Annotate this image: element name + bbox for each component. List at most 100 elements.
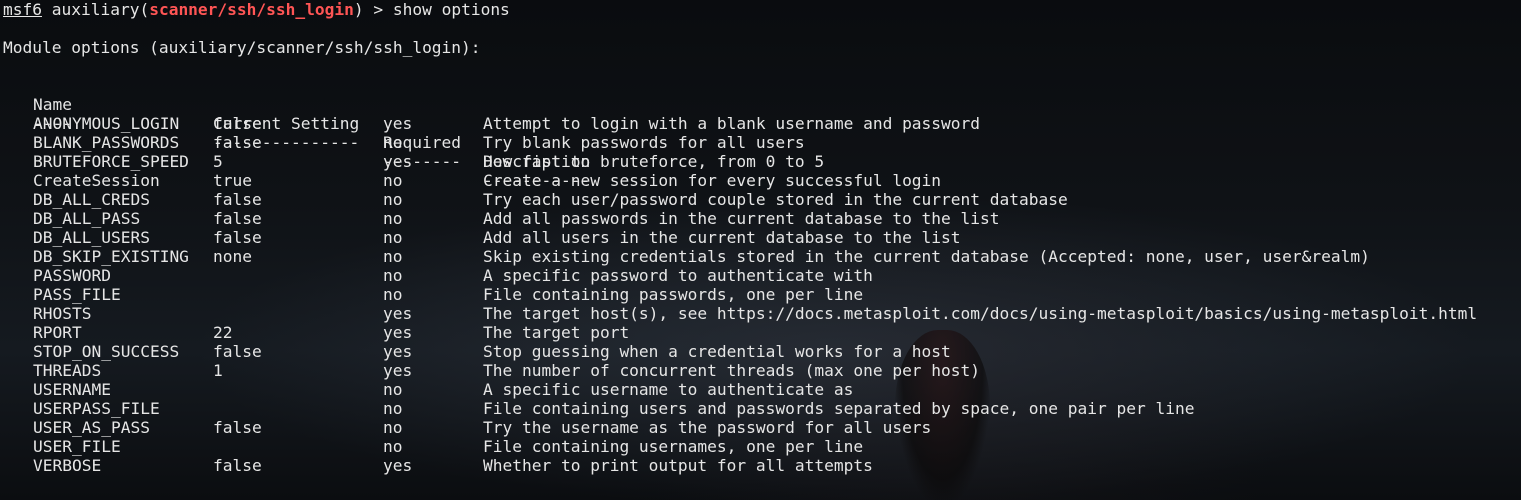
option-description: How fast to bruteforce, from 0 to 5 (483, 152, 825, 171)
option-name: USER_FILE (33, 437, 121, 456)
option-description: Whether to print output for all attempts (483, 456, 873, 475)
option-description: Stop guessing when a credential works fo… (483, 342, 951, 361)
command-prompt-line: msf6 auxiliary(scanner/ssh/ssh_login) > … (3, 0, 1521, 19)
option-name: STOP_ON_SUCCESS (33, 342, 180, 361)
table-row: BRUTEFORCE_SPEED 5 yes How fast to brutefor… (3, 152, 1521, 171)
option-description: Add all users in the current database to… (483, 228, 961, 247)
paren-open: ( (139, 0, 150, 19)
table-header-row: Name Current Setting Required Descriptio… (3, 76, 1521, 171)
console-name: msf6 (3, 0, 42, 19)
option-name: USERPASS_FILE (33, 399, 160, 418)
option-current-setting: false (213, 133, 262, 152)
option-name: USERNAME (33, 380, 111, 399)
option-name: DB_ALL_USERS (33, 228, 150, 247)
option-required: no (383, 285, 403, 304)
option-required: yes (383, 361, 413, 380)
option-name: USER_AS_PASS (33, 418, 150, 437)
option-required: yes (383, 304, 413, 323)
option-current-setting: false (213, 114, 262, 133)
table-row: RHOSTS yes The target host(s), see https:/… (3, 304, 1521, 323)
option-description: Skip existing credentials stored in the … (483, 247, 1370, 266)
option-name: RPORT (33, 323, 82, 342)
option-name: VERBOSE (33, 456, 102, 475)
option-name: DB_ALL_PASS (33, 209, 141, 228)
option-description: The target port (483, 323, 630, 342)
table-row: USERPASS_FILE no File containing users and… (3, 399, 1521, 418)
option-current-setting: false (213, 190, 262, 209)
option-required: no (383, 209, 403, 228)
typed-command: show options (392, 0, 510, 19)
option-current-setting: false (213, 342, 262, 361)
table-row: DB_SKIP_EXISTING none no Skip existing cred… (3, 247, 1521, 266)
option-description: Try each user/password couple stored in … (483, 190, 1068, 209)
option-name: PASSWORD (33, 266, 111, 285)
table-row: DB_ALL_PASS false no Add all passwords in t… (3, 209, 1521, 228)
option-current-setting: 22 (213, 323, 233, 342)
option-description: A specific password to authenticate with (483, 266, 873, 285)
option-current-setting: true (213, 171, 252, 190)
module-type: auxiliary (51, 0, 140, 19)
table-row: USER_FILE no File containing usernames, on… (3, 437, 1521, 456)
table-row: VERBOSE false yes Whether to print output f… (3, 456, 1521, 475)
option-current-setting: 5 (213, 152, 223, 171)
option-description: Attempt to login with a blank username a… (483, 114, 981, 133)
option-description: Add all passwords in the current databas… (483, 209, 1000, 228)
table-row: BLANK_PASSWORDS false no Try blank password… (3, 133, 1521, 152)
options-heading: Module options (auxiliary/scanner/ssh/ss… (3, 38, 481, 57)
option-description: The number of concurrent threads (max on… (483, 361, 981, 380)
option-current-setting: false (213, 418, 262, 437)
option-description: File containing users and passwords sepa… (483, 399, 1195, 418)
option-required: no (383, 418, 403, 437)
table-row: THREADS 1 yes The number of concurrent thre… (3, 361, 1521, 380)
options-table-body: ANONYMOUS_LOGIN false yes Attempt to login … (3, 114, 1521, 475)
option-required: no (383, 171, 403, 190)
table-row: CreateSession true no Create a new session … (3, 171, 1521, 190)
prompt-suffix: ) > (353, 0, 393, 19)
option-current-setting: false (213, 228, 262, 247)
option-required: no (383, 133, 403, 152)
option-required: no (383, 228, 403, 247)
terminal-output[interactable]: msf6 auxiliary(scanner/ssh/ssh_login) > … (3, 0, 1521, 500)
table-row: DB_ALL_CREDS false no Try each user/passwor… (3, 190, 1521, 209)
option-required: no (383, 437, 403, 456)
table-row: ANONYMOUS_LOGIN false yes Attempt to login … (3, 114, 1521, 133)
option-required: yes (383, 342, 413, 361)
option-description: Try the username as the password for all… (483, 418, 932, 437)
option-name: BRUTEFORCE_SPEED (33, 152, 189, 171)
table-row: PASSWORD no A specific password to authent… (3, 266, 1521, 285)
option-description: File containing usernames, one per line (483, 437, 864, 456)
option-required: yes (383, 323, 413, 342)
option-description: Try blank passwords for all users (483, 133, 805, 152)
option-required: no (383, 190, 403, 209)
option-name: RHOSTS (33, 304, 92, 323)
option-description: The target host(s), see https://docs.met… (483, 304, 1478, 323)
module-path: scanner/ssh/ssh_login (149, 0, 354, 19)
option-required: no (383, 399, 403, 418)
option-required: no (383, 247, 403, 266)
option-required: yes (383, 152, 413, 171)
option-name: DB_ALL_CREDS (33, 190, 150, 209)
option-current-setting: none (213, 247, 252, 266)
option-current-setting: 1 (213, 361, 223, 380)
option-name: BLANK_PASSWORDS (33, 133, 180, 152)
option-description: File containing passwords, one per line (483, 285, 864, 304)
table-row: DB_ALL_USERS false no Add all users in the … (3, 228, 1521, 247)
option-name: CreateSession (33, 171, 160, 190)
option-required: yes (383, 456, 413, 475)
option-required: yes (383, 114, 413, 133)
option-current-setting: false (213, 456, 262, 475)
option-description: A specific username to authenticate as (483, 380, 854, 399)
option-name: THREADS (33, 361, 102, 380)
option-name: ANONYMOUS_LOGIN (33, 114, 180, 133)
table-row: RPORT 22 yes The target port (3, 323, 1521, 342)
option-name: DB_SKIP_EXISTING (33, 247, 189, 266)
table-separator-row: ---- --------------- -------- ----------… (3, 95, 1521, 190)
option-required: no (383, 380, 403, 399)
table-row: USERNAME no A specific username to authent… (3, 380, 1521, 399)
table-row: PASS_FILE no File containing passwords, on… (3, 285, 1521, 304)
option-description: Create a new session for every successfu… (483, 171, 942, 190)
option-name: PASS_FILE (33, 285, 121, 304)
